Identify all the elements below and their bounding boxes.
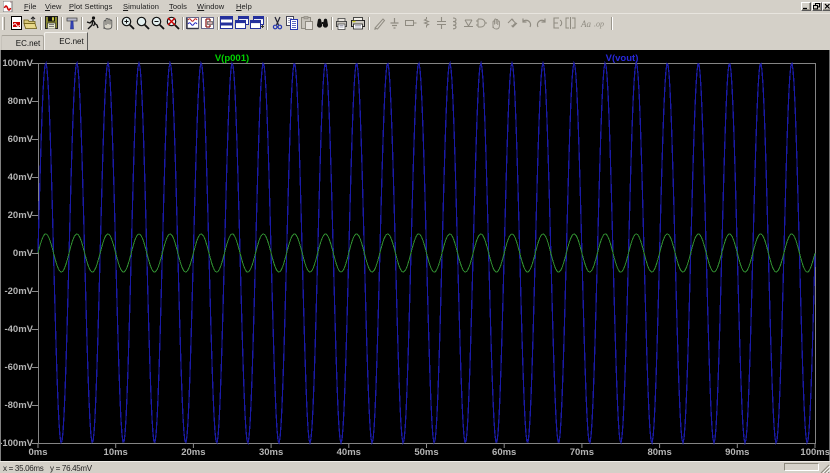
svg-text:100ms: 100ms — [800, 447, 830, 458]
svg-text:-80mV: -80mV — [4, 400, 33, 411]
svg-text:80mV: 80mV — [8, 96, 34, 107]
svg-text:20mV: 20mV — [8, 210, 34, 221]
svg-text:40ms: 40ms — [337, 447, 361, 458]
svg-text:V(vout): V(vout) — [606, 53, 639, 64]
svg-text:0ms: 0ms — [28, 447, 47, 458]
svg-text:-40mV: -40mV — [4, 324, 33, 335]
svg-text:60mV: 60mV — [8, 134, 34, 145]
svg-text:V(p001): V(p001) — [215, 53, 249, 64]
svg-text:40mV: 40mV — [8, 172, 34, 183]
svg-text:-20mV: -20mV — [4, 286, 33, 297]
svg-text:70ms: 70ms — [570, 447, 594, 458]
svg-text:-60mV: -60mV — [4, 362, 33, 373]
svg-text:20ms: 20ms — [181, 447, 205, 458]
svg-text:Aa: Aa — [580, 19, 591, 29]
svg-text:90ms: 90ms — [725, 447, 749, 458]
svg-text:100mV: 100mV — [2, 58, 33, 69]
svg-text:0mV: 0mV — [13, 248, 34, 259]
svg-text:50ms: 50ms — [414, 447, 438, 458]
svg-text:80ms: 80ms — [647, 447, 671, 458]
svg-text:.op: .op — [594, 20, 604, 29]
svg-text:60ms: 60ms — [492, 447, 516, 458]
svg-text:30ms: 30ms — [259, 447, 283, 458]
svg-text:10ms: 10ms — [104, 447, 128, 458]
